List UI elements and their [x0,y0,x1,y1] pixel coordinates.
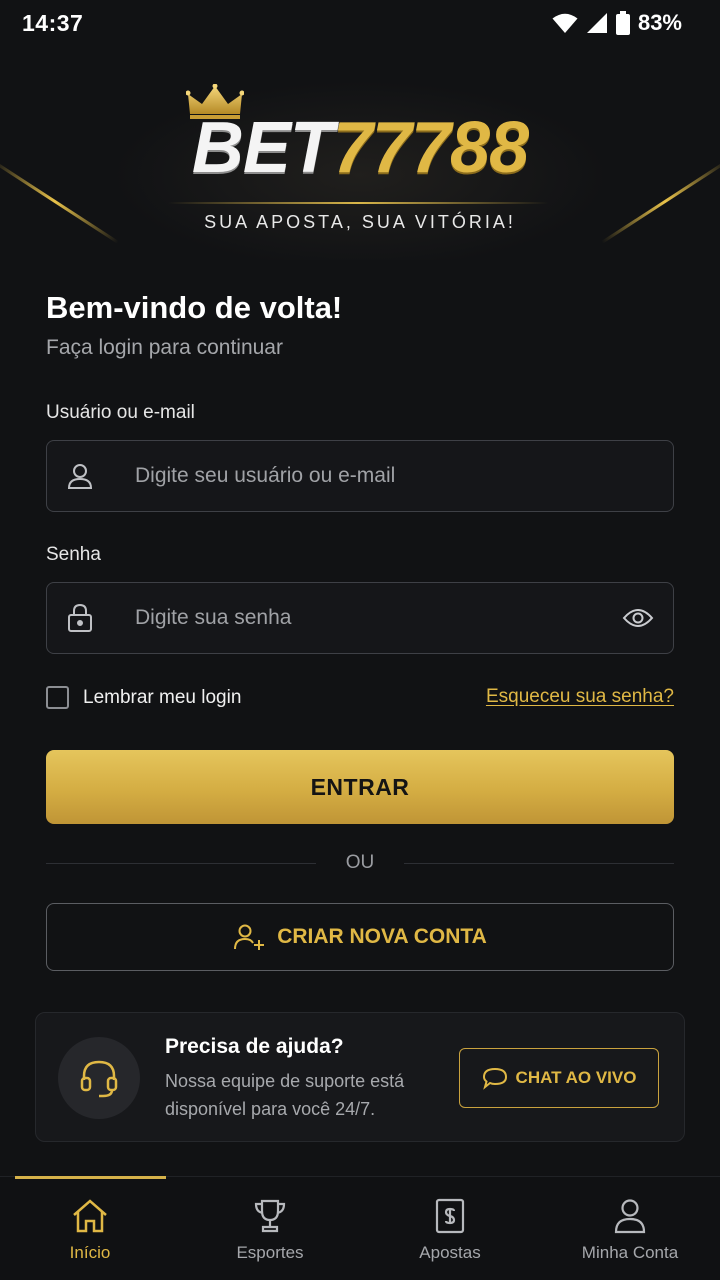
help-text: Nossa equipe de suporte está disponível … [165,1071,405,1119]
headset-icon [80,1060,118,1098]
cellular-signal-icon [586,13,607,33]
divider-line-right [404,863,674,864]
brand-logo: BET77788 SUA APOSTA, SUA VITÓRIA! [0,82,720,242]
brand-name: BET77788 [0,112,720,184]
user-icon [613,1197,647,1235]
battery-icon [615,11,630,35]
battery-percent: 83% [637,10,682,35]
brand-tagline: SUA APOSTA, SUA VITÓRIA! [204,212,516,232]
checkbox-box[interactable] [46,686,69,709]
username-field[interactable] [46,440,674,512]
password-input[interactable] [113,583,603,653]
help-card: Precisa de ajuda? Nossa equipe de suport… [35,1012,685,1142]
wifi-icon [552,13,578,33]
nav-item-minha-conta[interactable]: Minha Conta [540,1177,720,1280]
nav-item-inicio[interactable]: Início [0,1177,180,1280]
user-icon [47,462,113,490]
status-bar: 14:37 83% [0,0,720,46]
support-avatar [58,1037,140,1119]
nav-item-apostas[interactable]: Apostas [360,1177,540,1280]
live-chat-button[interactable]: CHAT AO VIVO [459,1048,659,1108]
nav-label-minha-conta: Minha Conta [581,1243,679,1262]
hero-banner: BET77788 SUA APOSTA, SUA VITÓRIA! [0,60,720,260]
live-chat-label: CHAT AO VIVO [515,1068,637,1087]
page-title: Bem-vindo de volta! [46,290,343,325]
trophy-icon [252,1197,288,1235]
create-account-label: CRIAR NOVA CONTA [277,925,487,948]
bet-slip-icon [435,1197,465,1235]
forgot-password-link[interactable]: Esqueceu sua senha? [486,686,674,708]
help-title: Precisa de ajuda? [165,1035,344,1058]
create-account-button[interactable]: CRIAR NOVA CONTA [46,903,674,971]
remember-login-label: Lembrar meu login [83,686,242,708]
status-time: 14:37 [22,9,84,36]
status-icons: 83% [552,10,682,36]
home-icon [71,1197,109,1235]
show-password-eye-icon[interactable] [603,607,673,629]
nav-label-esportes: Esportes [236,1243,304,1262]
bottom-navigation: Início Esportes Apostas Minha Conta [0,1176,720,1280]
nav-label-inicio: Início [69,1243,111,1262]
nav-item-esportes[interactable]: Esportes [180,1177,360,1280]
username-label: Usuário ou e-mail [46,402,195,423]
brand-name-white: BET [191,108,334,188]
page-subtitle: Faça login para continuar [46,336,283,359]
lock-icon [47,603,113,633]
password-label: Senha [46,544,101,565]
brand-name-gold: 77788 [332,108,529,188]
login-button[interactable]: ENTRAR [46,750,674,824]
password-field[interactable] [46,582,674,654]
nav-label-apostas: Apostas [419,1243,481,1262]
or-divider: OU [46,852,674,876]
remember-login-checkbox[interactable]: Lembrar meu login [46,686,241,709]
logo-underline [168,202,548,204]
username-input[interactable] [113,441,673,511]
chat-bubble-icon [482,1067,507,1090]
add-user-icon [234,924,265,950]
